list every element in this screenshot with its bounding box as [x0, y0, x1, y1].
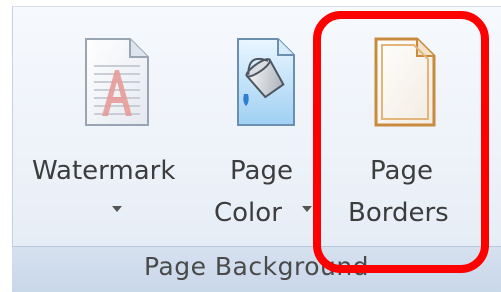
- page-color-label-line2: Color: [214, 198, 282, 228]
- watermark-button[interactable]: Watermark: [32, 28, 202, 238]
- watermark-dropdown-arrow-icon[interactable]: [112, 206, 122, 212]
- group-label: Page Background: [143, 252, 370, 281]
- page-borders-icon: [373, 36, 437, 132]
- page-borders-label-line2: Borders: [348, 198, 449, 228]
- page-color-label-line1: Page: [230, 156, 293, 186]
- page-color-dropdown-arrow-icon[interactable]: [302, 206, 312, 212]
- watermark-icon: [82, 36, 152, 132]
- page-color-button[interactable]: Page Color: [206, 28, 312, 238]
- page-borders-label-line1: Page: [370, 156, 433, 186]
- watermark-label: Watermark: [32, 156, 176, 186]
- page-color-icon: [234, 36, 298, 132]
- page-borders-button[interactable]: Page Borders: [330, 28, 480, 238]
